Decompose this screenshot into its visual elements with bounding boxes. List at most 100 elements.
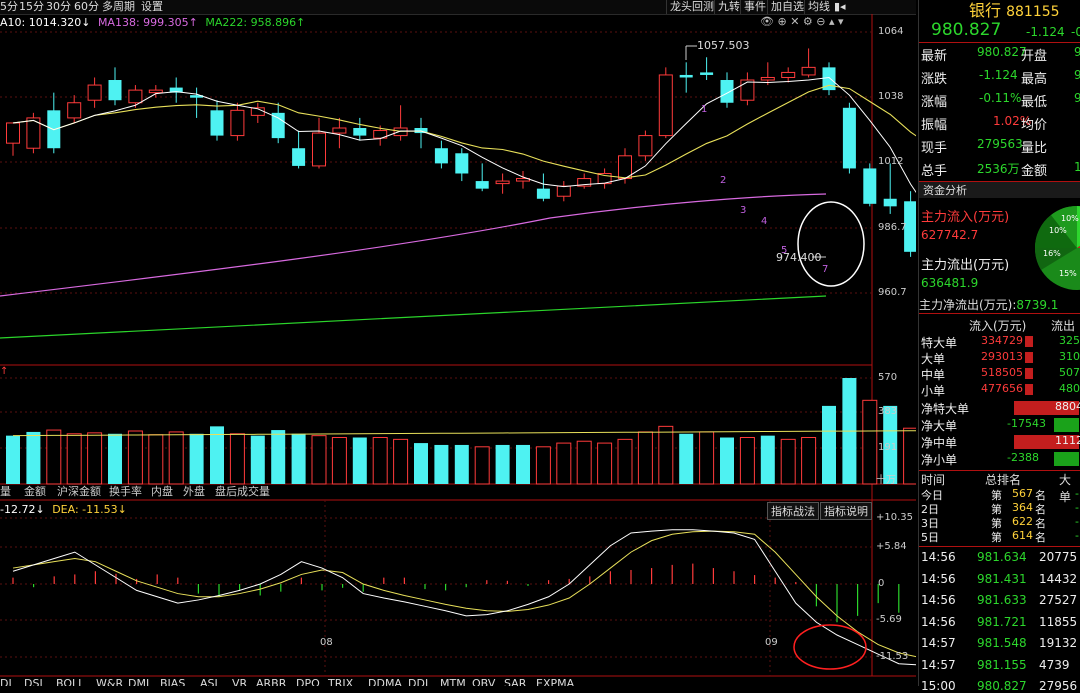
amount-tab[interactable]: 金额 — [24, 485, 46, 499]
macd-legend: -12.72↓ DEA: -11.53↓ — [0, 503, 127, 516]
volume-bar — [474, 446, 490, 485]
tick-time: 14:56 — [921, 571, 956, 586]
indicator-tactics-button[interactable]: 指标战法 — [767, 502, 819, 520]
flow-row-in: 334729 — [981, 334, 1023, 347]
dif-label: -12.72↓ — [0, 503, 45, 516]
volume-bar — [576, 440, 592, 485]
divider — [919, 313, 1080, 314]
rank-time-header: 时间 — [921, 473, 946, 487]
net-row-label: 净大单 — [921, 419, 958, 433]
tick-volume: 20775 — [1039, 550, 1078, 564]
quote-value-2: 9 — [1074, 45, 1080, 59]
rank-value: 622 — [1012, 515, 1033, 528]
rank-total-header: 总排名 — [985, 473, 1022, 487]
volume-bar — [229, 433, 245, 485]
indicator-tab[interactable]: VR — [232, 678, 247, 686]
candle-body — [230, 109, 245, 137]
candle-body — [271, 112, 285, 139]
volume-bar — [516, 444, 530, 484]
price-axis-label: 1064 — [878, 26, 904, 37]
indicator-tab[interactable]: DI — [0, 678, 12, 686]
volume-bar — [679, 433, 694, 484]
candle-body — [210, 110, 224, 136]
indicator-tab[interactable]: SAR — [504, 678, 526, 686]
tick-volume: 11855 — [1039, 614, 1078, 629]
candle-body — [434, 148, 448, 164]
inner-tab[interactable]: 内盘 — [151, 485, 173, 499]
hs-amount-tab[interactable]: 沪深金额 — [57, 485, 101, 499]
volume-bar — [271, 430, 286, 484]
volume-bar — [658, 425, 674, 485]
indicator-tab[interactable]: ASI — [200, 678, 218, 686]
indicator-tab[interactable]: ARBR — [256, 678, 286, 686]
macd-axis-label: 0 — [878, 578, 885, 589]
net-flow-value: 8739.1 — [1016, 298, 1059, 312]
indicator-tab[interactable]: DMI — [128, 678, 149, 686]
quote-label: 振幅 — [921, 118, 948, 133]
tick-volume: 27956 — [1039, 679, 1078, 693]
tick-price: 981.431 — [977, 571, 1027, 586]
candle-body — [658, 74, 673, 137]
candle-body — [292, 148, 306, 166]
flow-out-header: 流出 — [1051, 319, 1076, 333]
quote-value-2: 1 — [1074, 160, 1080, 174]
kline-chart[interactable] — [0, 0, 916, 686]
indicator-tab[interactable]: EXPMA — [536, 678, 574, 686]
tick-price: 980.827 — [977, 679, 1027, 693]
indicator-tab[interactable]: BOLL — [56, 678, 84, 686]
volume-bar — [760, 435, 775, 484]
rank-extra: - — [1075, 487, 1079, 500]
indicator-help-button[interactable]: 指标说明 — [820, 502, 872, 520]
count-mark-1: 1 — [701, 104, 708, 115]
volume-ma-line — [12, 430, 916, 437]
highlight-circle-price — [797, 201, 865, 287]
month-label-09: 09 — [765, 637, 778, 648]
indicator-tab[interactable]: MTM — [440, 678, 466, 686]
candle-body — [108, 80, 122, 101]
candle-body — [312, 132, 326, 167]
flow-in-header: 流入(万元) — [969, 319, 1027, 333]
indicator-tab[interactable]: DSI — [24, 678, 43, 686]
candle-body — [536, 188, 550, 199]
volume-bar — [250, 435, 265, 484]
candle-body — [475, 181, 489, 189]
indicator-tab[interactable]: DDI — [408, 678, 428, 686]
candle-body — [148, 89, 163, 94]
turnover-tab[interactable]: 换手率 — [109, 485, 142, 499]
indicator-tab[interactable]: DDMA — [368, 678, 402, 686]
month-label-08: 08 — [320, 637, 333, 648]
indicator-tab[interactable]: DPO — [296, 678, 320, 686]
volume-bar — [291, 433, 306, 484]
indicator-tab[interactable]: BIAS — [160, 678, 185, 686]
indicator-tab[interactable]: OBV — [472, 678, 495, 686]
after-hours-volume-tab[interactable]: 盘后成交量 — [215, 485, 270, 499]
quote-panel: 银行 881155 980.827 -1.124 -0 最新 980.827 开盘 9… — [918, 0, 1080, 693]
indicator-tab[interactable]: W&R — [96, 678, 123, 686]
net-row-bar — [1054, 418, 1079, 432]
volume-bar — [597, 442, 613, 485]
dif-line — [12, 529, 916, 666]
volume-bar — [331, 437, 347, 485]
candle-body — [128, 89, 143, 104]
main-outflow-label: 主力流出(万元) — [921, 258, 1010, 273]
quote-label: 涨跌 — [921, 72, 948, 87]
rank-extra: - — [1075, 529, 1079, 542]
pie-label: 10% — [1061, 214, 1079, 223]
tick-time: 14:57 — [921, 636, 956, 650]
net-row-value: -17543 — [1007, 417, 1046, 430]
volume-bar — [780, 438, 796, 485]
quote-value-2: 9 — [1074, 68, 1080, 82]
volume-tab[interactable]: 量 — [0, 485, 11, 499]
candle-body — [863, 168, 877, 204]
quote-value: 279563 — [977, 137, 1023, 151]
quote-label-2: 最低 — [1021, 95, 1048, 110]
volume-bar — [87, 432, 103, 485]
count-mark-2: 2 — [720, 175, 727, 186]
tick-volume: 19132 — [1039, 636, 1078, 650]
indicator-tab[interactable]: TRIX — [328, 678, 353, 686]
candle-body — [6, 122, 20, 144]
candle-body — [760, 76, 775, 81]
divider — [919, 546, 1080, 547]
volume-bar — [148, 434, 164, 485]
outer-tab[interactable]: 外盘 — [183, 485, 205, 499]
